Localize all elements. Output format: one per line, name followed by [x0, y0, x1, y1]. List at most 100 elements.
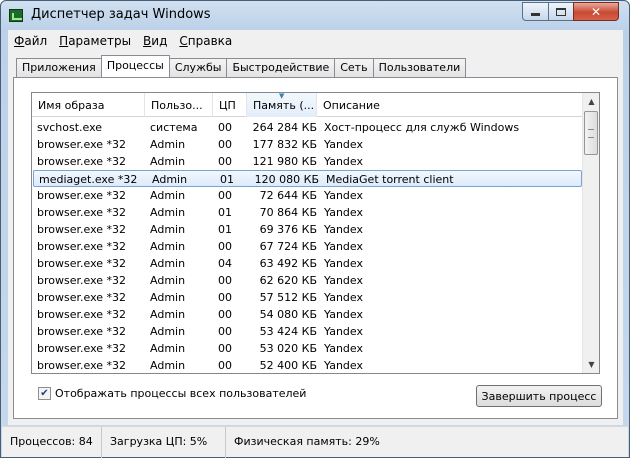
menu-label-rest: правка — [187, 34, 233, 48]
table-row[interactable]: browser.exe *32 Admin 00 54 080 КБ Yandex — [32, 306, 583, 323]
tab-2[interactable]: Службы — [168, 58, 228, 77]
show-all-users-checkbox[interactable]: ✔ — [38, 387, 51, 400]
menu-item-1[interactable]: Параметры — [53, 30, 137, 52]
cell-cpu: 00 — [218, 325, 232, 338]
table-row[interactable]: mediaget.exe *32 Admin 01 120 080 КБ MediaGe… — [33, 170, 582, 187]
title-bar[interactable]: Диспетчер задач Windows ✕ — [1, 1, 629, 30]
cell-image-name: browser.exe *32 — [37, 223, 127, 236]
cell-cpu: 00 — [218, 240, 232, 253]
cell-image-name: browser.exe *32 — [37, 359, 127, 372]
cell-description: Yandex — [324, 342, 363, 355]
table-row[interactable]: browser.exe *32 Admin 00 62 620 КБ Yandex — [32, 272, 583, 289]
table-row[interactable]: browser.exe *32 Admin 00 72 644 КБ Yandex — [32, 187, 583, 204]
cell-user-name: Admin — [150, 308, 186, 321]
table-row[interactable]: browser.exe *32 Admin 00 67 724 КБ Yandex — [32, 238, 583, 255]
cell-memory: 69 376 КБ — [259, 223, 317, 236]
vertical-scrollbar[interactable]: ▲ ▼ — [582, 93, 599, 373]
table-row[interactable]: browser.exe *32 Admin 00 53 424 КБ Yandex — [32, 323, 583, 340]
tab-5[interactable]: Пользователи — [372, 58, 467, 77]
cell-memory: 54 080 КБ — [259, 308, 317, 321]
cell-user-name: Admin — [150, 291, 186, 304]
cell-cpu: 00 — [218, 121, 232, 134]
cell-image-name: browser.exe *32 — [37, 206, 127, 219]
cell-description: Yandex — [324, 138, 363, 151]
cell-cpu: 00 — [218, 291, 232, 304]
end-process-button[interactable]: Завершить процесс — [476, 385, 602, 407]
column-image-name[interactable]: Имя образа — [32, 93, 145, 117]
tab-1[interactable]: Процессы — [100, 55, 170, 77]
cell-user-name: Admin — [150, 223, 186, 236]
tab-4[interactable]: Сеть — [334, 58, 374, 77]
process-list[interactable]: Имя образа Пользо... ЦП ▼ Память (... Опи… — [31, 92, 600, 374]
cell-description: Хост-процесс для служб Windows — [324, 121, 520, 134]
cell-description: Yandex — [324, 240, 363, 253]
cell-description: MediaGet torrent client — [326, 173, 454, 186]
cell-memory: 70 864 КБ — [259, 206, 317, 219]
tab-3[interactable]: Быстродействие — [226, 58, 336, 77]
cell-memory: 120 080 КБ — [254, 173, 319, 186]
menu-bar: Файл Параметры Вид Справка — [8, 30, 623, 52]
cell-cpu: 01 — [220, 173, 234, 186]
scroll-down-icon[interactable]: ▼ — [583, 356, 599, 373]
task-manager-window: Диспетчер задач Windows ✕ Файл Параметры В… — [0, 0, 630, 458]
table-row[interactable]: browser.exe *32 Admin 00 177 832 КБ Yandex — [32, 136, 583, 153]
status-bar: Процессов: 84 Загрузка ЦП: 5% Физическая… — [2, 426, 628, 458]
menu-item-3[interactable]: Справка — [173, 30, 238, 52]
processes-panel: Имя образа Пользо... ЦП ▼ Память (... Опи… — [13, 77, 618, 419]
show-all-users-option[interactable]: ✔ Отображать процессы всех пользователей — [38, 387, 306, 400]
maximize-button[interactable] — [548, 2, 574, 21]
table-row[interactable]: browser.exe *32 Admin 00 53 020 КБ Yandex — [32, 340, 583, 357]
table-row[interactable]: svchost.exe система 00 264 284 КБ Хост-проце… — [32, 119, 583, 136]
cell-image-name: browser.exe *32 — [37, 342, 127, 355]
cell-user-name: Admin — [152, 173, 188, 186]
cell-cpu: 01 — [218, 206, 232, 219]
menu-item-0[interactable]: Файл — [8, 30, 53, 52]
column-cpu[interactable]: ЦП — [213, 93, 247, 117]
scroll-thumb[interactable] — [584, 111, 598, 155]
cell-memory: 264 284 КБ — [252, 121, 317, 134]
cell-memory: 177 832 КБ — [252, 138, 317, 151]
table-row[interactable]: browser.exe *32 Admin 04 63 492 КБ Yandex — [32, 255, 583, 272]
cell-memory: 63 492 КБ — [259, 257, 317, 270]
cell-memory: 121 980 КБ — [252, 155, 317, 168]
table-row[interactable]: browser.exe *32 Admin 00 121 980 КБ Yandex — [32, 153, 583, 170]
show-all-users-label: Отображать процессы всех пользователей — [55, 387, 307, 400]
menu-accelerator: С — [179, 34, 188, 48]
close-button[interactable]: ✕ — [573, 2, 619, 21]
scroll-up-icon[interactable]: ▲ — [583, 93, 599, 110]
cell-memory: 67 724 КБ — [259, 240, 317, 253]
cell-description: Yandex — [324, 291, 363, 304]
task-manager-icon — [9, 9, 23, 22]
cell-user-name: Admin — [150, 189, 186, 202]
tab-0[interactable]: Приложения — [16, 58, 102, 77]
list-header: Имя образа Пользо... ЦП ▼ Память (... Опи… — [32, 93, 583, 117]
table-row[interactable]: browser.exe *32 Admin 01 69 376 КБ Yandex — [32, 221, 583, 238]
cell-memory: 62 620 КБ — [259, 274, 317, 287]
cell-image-name: browser.exe *32 — [37, 308, 127, 321]
cell-user-name: Admin — [150, 359, 186, 372]
column-user[interactable]: Пользо... — [145, 93, 213, 117]
cell-cpu: 01 — [218, 223, 232, 236]
cell-user-name: Admin — [150, 342, 186, 355]
column-memory[interactable]: ▼ Память (... — [247, 93, 317, 117]
menu-label-rest: ид — [151, 34, 168, 48]
cell-memory: 53 020 КБ — [259, 342, 317, 355]
cell-user-name: система — [150, 121, 198, 134]
menu-item-2[interactable]: Вид — [137, 30, 173, 52]
cell-cpu: 00 — [218, 138, 232, 151]
maximize-icon — [556, 7, 566, 16]
minimize-button[interactable] — [522, 2, 549, 21]
cell-description: Yandex — [324, 223, 363, 236]
table-row[interactable]: browser.exe *32 Admin 00 52 400 КБ Yandex — [32, 357, 583, 373]
table-row[interactable]: browser.exe *32 Admin 00 57 512 КБ Yandex — [32, 289, 583, 306]
table-row[interactable]: browser.exe *32 Admin 01 70 864 КБ Yandex — [32, 204, 583, 221]
cell-description: Yandex — [324, 325, 363, 338]
cell-image-name: mediaget.exe *32 — [39, 173, 138, 186]
cell-memory: 72 644 КБ — [259, 189, 317, 202]
status-processes: Процессов: 84 — [2, 427, 102, 458]
cell-description: Yandex — [324, 359, 363, 372]
client-area: Файл Параметры Вид Справка Приложения Процес… — [8, 30, 623, 425]
menu-accelerator: П — [59, 34, 69, 48]
column-description[interactable]: Описание — [317, 93, 583, 117]
process-rows: svchost.exe система 00 264 284 КБ Хост-проце… — [32, 119, 583, 373]
